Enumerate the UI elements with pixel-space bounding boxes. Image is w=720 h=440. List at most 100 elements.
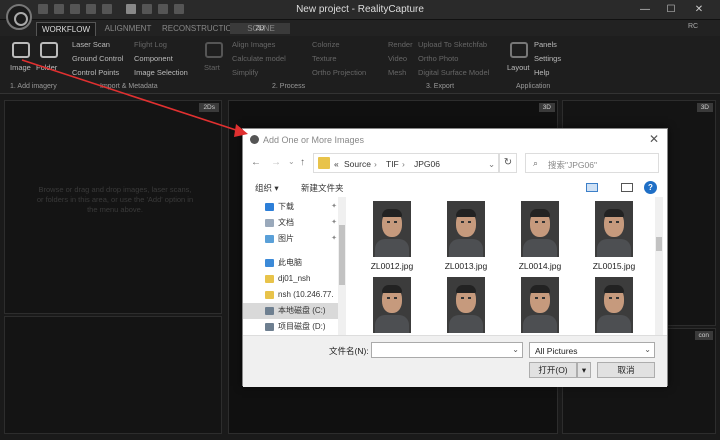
- address-dropdown[interactable]: ⌄: [488, 159, 495, 170]
- tree-item-label: 下载: [278, 202, 294, 211]
- tree-item[interactable]: dj01_nsh: [243, 271, 339, 287]
- close-button[interactable]: ✕: [684, 2, 714, 18]
- thumbnail-eye: [616, 297, 619, 299]
- thumbnail-hair: [456, 209, 476, 217]
- file-thumbnail[interactable]: [521, 201, 559, 257]
- breadcrumb-more[interactable]: «: [334, 159, 339, 169]
- preview-pane-icon[interactable]: [621, 183, 633, 192]
- ortho-photo-button[interactable]: Ortho Photo: [418, 54, 458, 63]
- upload-sketchfab-button[interactable]: Upload To Sketchfab: [418, 40, 487, 49]
- breadcrumb-separator[interactable]: ›: [402, 159, 405, 169]
- start-button[interactable]: Start: [204, 63, 220, 72]
- folder-button[interactable]: Folder: [36, 63, 57, 72]
- maximize-button[interactable]: ☐: [656, 2, 686, 18]
- tab-workflow[interactable]: WORKFLOW: [36, 22, 96, 36]
- tab-reconstruction[interactable]: RECONSTRUCTION: [162, 22, 238, 36]
- view-options-icon[interactable]: [586, 183, 598, 192]
- image-button[interactable]: Image: [10, 63, 31, 72]
- breadcrumb-source[interactable]: Source: [344, 159, 371, 169]
- tree-item[interactable]: nsh (10.246.77.: [243, 287, 339, 303]
- thumbnail-hair: [456, 285, 476, 293]
- scroll-thumb[interactable]: [656, 237, 662, 251]
- drive-icon: [265, 307, 274, 315]
- start-icon[interactable]: [205, 42, 223, 58]
- tree-item-label: 文档: [278, 218, 294, 227]
- bottom-left-panel[interactable]: [4, 316, 222, 434]
- control-points-button[interactable]: Control Points: [72, 68, 119, 77]
- breadcrumb-jpg06[interactable]: JPG06: [414, 159, 440, 169]
- simplify-button[interactable]: Simplify: [232, 68, 258, 77]
- image-selection-button[interactable]: Image Selection: [134, 68, 188, 77]
- calculate-model-button[interactable]: Calculate model: [232, 54, 286, 63]
- tree-item[interactable]: 本地磁盘 (C:): [243, 303, 339, 319]
- help-icon[interactable]: ?: [644, 181, 657, 194]
- file-name[interactable]: ZL0015.jpg: [578, 261, 650, 271]
- file-name[interactable]: ZL0013.jpg: [430, 261, 502, 271]
- image-icon[interactable]: [12, 42, 30, 58]
- close-icon[interactable]: ✕: [649, 132, 659, 146]
- tab-scene[interactable]: SCENE: [244, 22, 278, 36]
- pin-icon[interactable]: ✦: [331, 215, 337, 231]
- flight-log-button[interactable]: Flight Log: [134, 40, 167, 49]
- thumbnail-eye: [468, 297, 471, 299]
- settings-button[interactable]: Settings: [534, 54, 561, 63]
- file-thumbnail[interactable]: [595, 277, 633, 333]
- texture-button[interactable]: Texture: [312, 54, 337, 63]
- pin-icon[interactable]: ✦: [331, 231, 337, 247]
- ortho-projection-button[interactable]: Ortho Projection: [312, 68, 366, 77]
- address-bar[interactable]: « Source › TIF › JPG06 ⌄: [313, 153, 499, 173]
- help-button[interactable]: Help: [534, 68, 549, 77]
- cancel-button[interactable]: 取消: [597, 362, 655, 378]
- tree-item[interactable]: 下载 ✦: [243, 199, 339, 215]
- mesh-button[interactable]: Mesh: [388, 68, 406, 77]
- tree-item[interactable]: 此电脑: [243, 255, 339, 271]
- new-folder-button[interactable]: 新建文件夹: [301, 182, 344, 194]
- filename-field[interactable]: ⌄: [371, 342, 523, 358]
- file-thumbnail[interactable]: [373, 201, 411, 257]
- video-button[interactable]: Video: [388, 54, 407, 63]
- tree-item[interactable]: 文档 ✦: [243, 215, 339, 231]
- tree-scrollbar[interactable]: [338, 197, 346, 335]
- scroll-thumb[interactable]: [339, 225, 345, 285]
- file-thumbnail[interactable]: [373, 277, 411, 333]
- component-button[interactable]: Component: [134, 54, 173, 63]
- render-button[interactable]: Render: [388, 40, 413, 49]
- pin-icon[interactable]: ✦: [331, 199, 337, 215]
- recent-locations-button[interactable]: ⌄: [288, 157, 295, 166]
- file-name[interactable]: ZL0014.jpg: [504, 261, 576, 271]
- dsm-button[interactable]: Digital Surface Model: [418, 68, 489, 77]
- colorize-button[interactable]: Colorize: [312, 40, 340, 49]
- back-button[interactable]: ←: [251, 157, 261, 168]
- tree-item[interactable]: 项目磁盘 (D:): [243, 319, 339, 335]
- panels-button[interactable]: Panels: [534, 40, 557, 49]
- up-button[interactable]: ↑: [300, 157, 305, 168]
- images-panel[interactable]: 2Ds Browse or drag and drop images, lase…: [4, 100, 222, 314]
- section-add-imagery: 1. Add imagery: [10, 83, 57, 90]
- file-type-select[interactable]: All Pictures ⌄: [529, 342, 655, 358]
- file-thumbnail[interactable]: [521, 277, 559, 333]
- open-button[interactable]: 打开(O): [529, 362, 577, 378]
- chevron-down-icon[interactable]: ⌄: [512, 345, 519, 354]
- forward-button[interactable]: →: [271, 157, 281, 168]
- layout-button[interactable]: Layout: [507, 63, 530, 72]
- open-dropdown-button[interactable]: ▾: [577, 362, 591, 378]
- breadcrumb-tif[interactable]: TIF: [386, 159, 399, 169]
- layout-icon[interactable]: [510, 42, 528, 58]
- folder-icon[interactable]: [40, 42, 58, 58]
- tab-alignment[interactable]: ALIGNMENT: [98, 22, 158, 36]
- ground-control-button[interactable]: Ground Control: [72, 54, 123, 63]
- file-thumbnail[interactable]: [595, 201, 633, 257]
- breadcrumb-separator[interactable]: ›: [374, 159, 377, 169]
- search-box[interactable]: ⌕ 搜索"JPG06": [525, 153, 659, 173]
- organize-button[interactable]: 组织 ▾: [255, 182, 279, 194]
- refresh-button[interactable]: ↻: [499, 153, 517, 173]
- file-name[interactable]: ZL0012.jpg: [356, 261, 428, 271]
- file-thumbnail[interactable]: [447, 201, 485, 257]
- chevron-down-icon[interactable]: ⌄: [644, 345, 651, 354]
- tree-item[interactable]: 图片 ✦: [243, 231, 339, 247]
- laser-scan-button[interactable]: Laser Scan: [72, 40, 110, 49]
- realitycapture-logo[interactable]: [6, 4, 32, 30]
- file-thumbnail[interactable]: [447, 277, 485, 333]
- align-images-button[interactable]: Align Images: [232, 40, 275, 49]
- grid-scrollbar[interactable]: [655, 197, 663, 335]
